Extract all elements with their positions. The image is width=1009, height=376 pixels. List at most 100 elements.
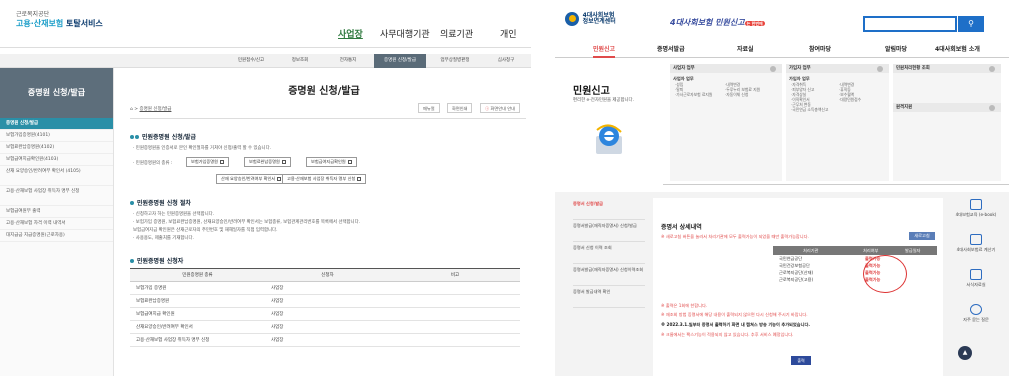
search-input[interactable]: [863, 16, 957, 32]
highlight-circle: [863, 255, 907, 293]
section-title-text: 민원증명원 신청자: [137, 258, 184, 265]
sec2-line-2: · 보험가입 증명원, 보험료완납증명원, 산재요양승인/반려여부 확인서는 보…: [133, 220, 361, 225]
note-2: ※ 재조회 방법 증명서에 해당 내용이 출력되지 않으면 다시 신청해 주시기…: [661, 312, 808, 317]
nav-resources[interactable]: 자료실: [737, 44, 754, 53]
table-cell: 사업장: [265, 333, 390, 347]
slogan-tag: 는 한번에: [744, 21, 765, 26]
calculator-icon: [970, 234, 982, 245]
tab-disease-judgment[interactable]: 업무상질병판정: [430, 54, 480, 68]
internet-explorer-icon: [596, 124, 622, 154]
gnb-personal[interactable]: 개인: [500, 27, 517, 40]
logo[interactable]: 근로복지공단 고용·산재보험 토탈서비스: [16, 9, 103, 29]
tab-certificate[interactable]: 증명원 신청/발급: [374, 54, 426, 68]
left-sidebar: 증명원 신청/발급 증명원 신청/발급 보험가입증명원(4101) 보험료완납증…: [0, 68, 114, 376]
quick-calculator[interactable]: 4대사회보험료 계산기: [951, 234, 1001, 266]
bullet-icon: [130, 135, 134, 139]
screen-guide-button[interactable]: ⓘ 화면안내 안내: [480, 103, 520, 113]
care-approval-link[interactable]: 산재 요양승인/반려여부 확인서: [216, 174, 287, 184]
link-label: 고용·산재보험 사업장 취득자 명부 신청: [287, 176, 356, 181]
section-applicant-title: 민원증명원 신청자: [130, 256, 183, 265]
search-icon: ⚲: [968, 19, 974, 28]
agency-name: 근로복지공단(산재): [779, 270, 814, 275]
quick-menu: 4대보험교육 (e-book) 4대사회보험료 계산기 서식자료실 자주 묻는 …: [951, 196, 1001, 336]
col-header-text[interactable]: 민원처리현황 조회: [896, 66, 930, 71]
sidebar-item-care-approval[interactable]: 산재 요양승인/반려여부 확인서 (4105): [0, 166, 113, 186]
r-sidebar-item[interactable]: 증명서발급(재직자증명서) 신청/발급: [573, 220, 645, 242]
manual-button[interactable]: 매뉴얼: [418, 103, 440, 113]
sidebar-item-certificate[interactable]: 증명원 신청/발급: [0, 118, 113, 130]
sidebar-item-benefit-confirm[interactable]: 보험급여지급확인원(4103): [0, 154, 113, 166]
sidebar-item-acquirer-list[interactable]: 고용·산재보험 사업장 취득자 명부 신청: [0, 186, 113, 206]
menu-item[interactable]: ·국민연금 소득총액신고: [786, 107, 834, 112]
refresh-button[interactable]: 새로고침: [909, 232, 935, 240]
scroll-top-button[interactable]: ▲: [958, 346, 972, 360]
tab-civil-report[interactable]: 민원접수/신고: [228, 54, 274, 68]
bullet-icon: [130, 259, 134, 263]
breadcrumb-current[interactable]: 증명원 신청/발급: [140, 107, 172, 112]
nav-about[interactable]: 4대사회보험 소개: [935, 44, 980, 53]
quick-ebook[interactable]: 4대보험교육 (e-book): [951, 199, 1001, 231]
info-icon: ⓘ: [485, 106, 490, 111]
table-row: 산재요양승인/반려여부 확인서 사업장: [130, 320, 520, 334]
sidebar-item-premium-paid[interactable]: 보험료완납증명원(4102): [0, 142, 113, 154]
r-sidebar-item[interactable]: 증명서 발급내역 확인: [573, 286, 645, 308]
col-sub: 가입자 업무: [789, 76, 810, 81]
section-title-text: 민원증명원 신청 절차: [137, 200, 191, 207]
screen-guide-label: 화면안내 안내: [490, 106, 515, 111]
quick-forms[interactable]: 서식자료실: [951, 269, 1001, 301]
home-icon[interactable]: ⌂: [130, 107, 133, 112]
nav-certificate[interactable]: 증명서발급: [657, 44, 685, 53]
quick-label: 4대사회보험료 계산기: [956, 247, 996, 252]
circle-icon: [989, 65, 995, 72]
sub-navigation: 민원접수/신고 정보조회 전자통지 증명원 신청/발급 업무상질병판정 심사청구: [0, 54, 531, 68]
table-row: 고용·산재보험 사업장 취득자 명부 신청 사업장: [130, 333, 520, 347]
sidebar-item-benefit-ledger[interactable]: 보험급여원부 출력: [0, 206, 113, 218]
benefit-confirm-link[interactable]: 보험급여지급확인원: [306, 157, 357, 167]
quick-label: 4대보험교육 (e-book): [955, 212, 997, 217]
gnb-medical[interactable]: 의료기관: [440, 27, 473, 40]
external-link-icon: [347, 160, 352, 164]
sidebar-item-insurance-join[interactable]: 보험가입증명원(4101): [0, 130, 113, 142]
r-sidebar-item[interactable]: 증명서 신청/발급: [573, 198, 645, 220]
bullet-icon: [130, 201, 134, 205]
col-header: 원격지원: [893, 103, 1001, 112]
logo-line-2: 정보연계센터: [582, 18, 616, 25]
col-header-text[interactable]: 원격지원: [896, 105, 912, 110]
r-logo[interactable]: 4대사회보험 정보연계센터: [565, 12, 616, 26]
gnb-business[interactable]: 사업장: [338, 27, 363, 40]
tab-review-request[interactable]: 심사청구: [484, 54, 528, 68]
menu-item[interactable]: ·가사근로자보험 료지원: [670, 92, 714, 97]
document-icon: [970, 269, 982, 280]
acquirer-list-link[interactable]: 고용·산재보험 사업장 취득자 명부 신청: [282, 174, 367, 184]
nav-notice[interactable]: 알림마당: [885, 44, 907, 53]
menu-col-subscriber: 가입자 업무 가입자 업무 ·자격취득 ·피부양자 신고 ·자격상실 ·이직확인…: [786, 64, 889, 181]
premium-paid-link[interactable]: 보험료완납증명원: [244, 157, 291, 167]
r-sidebar-item[interactable]: 증명서 신청 이력 조회: [573, 242, 645, 264]
table-cell: [390, 281, 520, 295]
table-cell: 산재요양승인/반려여부 확인서: [130, 320, 265, 334]
gnb-agency[interactable]: 사무대행기관: [380, 27, 430, 40]
tab-info-lookup[interactable]: 정보조회: [278, 54, 322, 68]
print-button[interactable]: 출력: [791, 356, 811, 365]
r-content-area: 증명서 신청/발급 증명서발급(재직자증명서) 신청/발급 증명서 신청 이력 …: [555, 192, 1009, 376]
nav-participation[interactable]: 참여마당: [809, 44, 831, 53]
book-icon: [970, 199, 982, 210]
nav-civil-report[interactable]: 민원신고: [593, 44, 616, 58]
external-link-icon: [277, 177, 282, 181]
quick-label: 서식자료실: [966, 282, 986, 287]
r-sidebar-item[interactable]: 증명서발급(재직자증명서) 신청이력조회: [573, 264, 645, 286]
certificate-detail-panel: 증명서 상세내역 ※ 새로고침 버튼을 눌러서 처리기관에 모두 출력가능이 되…: [653, 198, 943, 376]
link-label: 산재 요양승인/반려여부 확인서: [221, 176, 276, 181]
insurance-join-link[interactable]: 보험가입증명원: [186, 157, 229, 167]
menu-item[interactable]: ·대량민원접수: [834, 97, 861, 102]
search-button[interactable]: ⚲: [958, 16, 984, 32]
print-screen-button[interactable]: 화면인쇄: [447, 103, 473, 113]
sidebar-item-qualification-history[interactable]: 고용·산재보험 자격 이력 내역서: [0, 218, 113, 230]
tab-e-notice[interactable]: 전자통지: [326, 54, 370, 68]
link-label: 보험가입증명원: [191, 159, 218, 164]
menu-col-business: 사업자 업무 사업자 업무 ·성립 ·탈퇴 ·가사근로자보험 료지원 ·내역변경…: [670, 64, 782, 181]
table-row: 국민연금공단 출력가능: [773, 255, 937, 262]
sidebar-item-payment-certificate[interactable]: 대지급금 지급증명원(근로자용): [0, 230, 113, 242]
quick-faq[interactable]: 자주 묻는 질문: [951, 304, 1001, 336]
menu-item[interactable]: ·자동이체 신청: [720, 92, 766, 97]
